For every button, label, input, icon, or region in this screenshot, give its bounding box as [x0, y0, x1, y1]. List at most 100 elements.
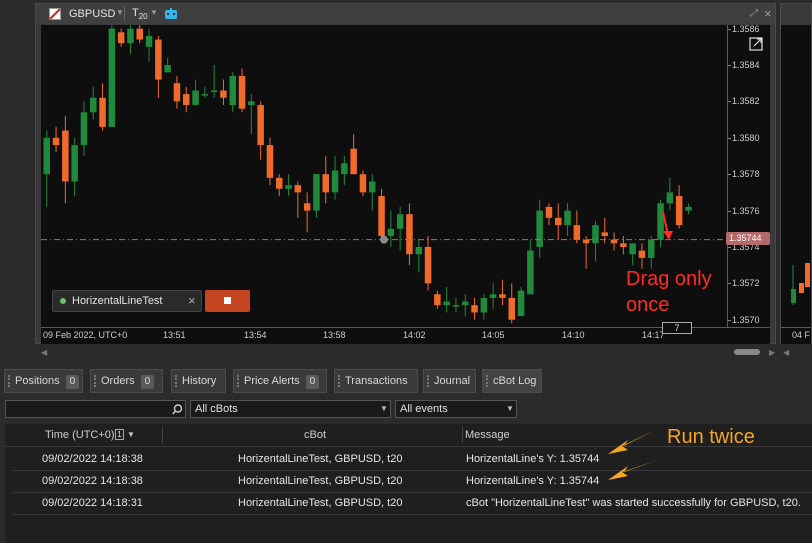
price-axis-tick — [728, 137, 731, 139]
cbot-robot-icon[interactable] — [164, 8, 178, 20]
tab-transactions[interactable]: Transactions — [334, 369, 418, 393]
timeframe-dropdown-icon[interactable]: ▼ — [150, 8, 158, 17]
second-chart-plot[interactable] — [781, 25, 811, 327]
candle — [183, 86, 190, 113]
title-divider — [124, 6, 125, 20]
candle-body — [359, 174, 367, 193]
candle — [52, 126, 60, 153]
candle-body — [415, 246, 422, 255]
event-filter-select[interactable]: All events ▼ — [395, 400, 517, 418]
candle — [657, 199, 664, 247]
price-axis-label: 1.3570 — [732, 314, 760, 325]
tab-grip-icon — [94, 375, 98, 387]
candle-body — [266, 145, 274, 178]
search-input[interactable] — [5, 400, 186, 418]
candlestick-chart[interactable] — [41, 25, 727, 327]
price-axis-label: 1.3584 — [732, 60, 760, 71]
close-window-icon[interactable]: × — [764, 6, 772, 21]
time-axis-label: 13:51 — [163, 330, 186, 340]
stop-cbot-button[interactable] — [205, 290, 250, 312]
candle — [80, 101, 88, 156]
candle — [117, 28, 125, 47]
tab-label: Orders — [101, 375, 135, 387]
time-axis[interactable]: 09 Feb 2022, UTC+0 13:51 13:54 13:58 14:02 14… — [41, 322, 770, 344]
current-price-tag: 1.35744 — [726, 232, 770, 245]
row-cbot: HorizentalLineTest, GBPUSD, t20 — [238, 497, 403, 509]
column-header-message[interactable]: Message — [465, 429, 510, 441]
column-header-cbot[interactable]: cBot — [304, 429, 326, 441]
candle-body — [471, 305, 478, 313]
candle — [452, 297, 460, 313]
candle — [192, 79, 199, 106]
tab-history[interactable]: History — [171, 369, 226, 393]
detach-window-icon[interactable]: ⤢ — [750, 8, 758, 19]
tab-label: Transactions — [345, 375, 408, 387]
timeframe-sub: 20 — [138, 12, 148, 22]
candle — [489, 283, 497, 309]
column-header-time[interactable]: Time (UTC+0) — [45, 429, 115, 441]
candle — [71, 137, 78, 197]
candle-body — [52, 137, 60, 146]
candle-body — [378, 196, 385, 237]
candle-body — [229, 75, 236, 106]
scroll-right-icon[interactable]: ▶ — [769, 348, 775, 357]
candle-body — [117, 32, 125, 44]
table-row[interactable]: 09/02/2022 14:18:38 HorizentalLineTest, … — [13, 449, 812, 471]
candle — [610, 232, 618, 251]
scroll-left-icon[interactable]: ◀ — [41, 348, 47, 357]
search-icon[interactable] — [172, 404, 183, 415]
price-axis-label: 1.3586 — [732, 23, 760, 34]
tab-grip-icon — [427, 375, 431, 387]
symbol-label[interactable]: GBPUSD — [69, 8, 115, 20]
remove-cbot-icon[interactable]: × — [188, 293, 196, 308]
tab-label: History — [182, 375, 217, 387]
table-row[interactable]: 09/02/2022 14:18:31 HorizentalLineTest, … — [13, 493, 812, 515]
candle — [545, 203, 553, 226]
candle — [43, 130, 50, 207]
candle — [173, 75, 181, 109]
cbot-filter-select[interactable]: All cBots ▼ — [190, 400, 391, 418]
candle — [331, 155, 339, 200]
sort-index-badge: 1 — [115, 429, 124, 440]
candle — [480, 294, 488, 320]
tab-count-badge: 0 — [140, 375, 155, 389]
tab-cbot-log[interactable]: cBot Log — [482, 369, 542, 393]
price-axis[interactable]: 1.3586 1.3584 1.3582 1.3580 1.3578 1.3576 1.35… — [726, 23, 770, 327]
chart-title-bar: GBPUSD ▼ T20 ▼ ⤢ × — [36, 4, 775, 24]
candle-body — [313, 174, 320, 211]
table-row[interactable]: 09/02/2022 14:18:38 HorizentalLineTest, … — [13, 471, 812, 493]
candle-body — [508, 297, 515, 320]
sort-descending-icon[interactable]: ▼ — [127, 430, 135, 439]
candle — [517, 286, 525, 317]
tab-journal[interactable]: Journal — [423, 369, 476, 393]
chart-type-icon[interactable] — [49, 8, 61, 20]
symbol-dropdown-icon[interactable]: ▼ — [116, 8, 124, 17]
candle-body — [629, 243, 636, 255]
tab-orders[interactable]: Orders 0 — [90, 369, 163, 393]
annotation-arrow-lower — [608, 460, 658, 480]
chart-plot-area[interactable]: HorizentalLineTest × Drag only once — [41, 25, 766, 327]
stop-icon — [224, 297, 231, 304]
candle-body — [620, 243, 627, 247]
candle-body — [173, 83, 181, 102]
candle — [369, 174, 376, 211]
candle-body — [666, 192, 674, 204]
candle — [108, 25, 116, 127]
price-axis-label: 1.3580 — [732, 132, 760, 143]
candle-body — [638, 250, 646, 258]
tab-positions[interactable]: Positions 0 — [4, 369, 83, 393]
tab-price-alerts[interactable]: Price Alerts 0 — [233, 369, 327, 393]
candle-body — [210, 90, 218, 92]
time-axis-label: 13:54 — [244, 330, 267, 340]
fullscreen-chart-icon[interactable] — [749, 37, 763, 51]
timeframe-label[interactable]: T20 — [132, 7, 148, 21]
tab-count-badge: 0 — [65, 375, 80, 389]
second-chart-scroll-left-icon[interactable]: ◀ — [783, 348, 789, 357]
horizontal-scrollbar-thumb[interactable] — [734, 349, 760, 355]
price-axis-label: 1.3576 — [732, 205, 760, 216]
time-axis-label: 13:58 — [323, 330, 346, 340]
candle — [90, 86, 97, 120]
price-axis-tick — [728, 246, 731, 248]
horizontal-line-handle[interactable] — [380, 235, 388, 244]
tab-grip-icon — [486, 375, 490, 387]
